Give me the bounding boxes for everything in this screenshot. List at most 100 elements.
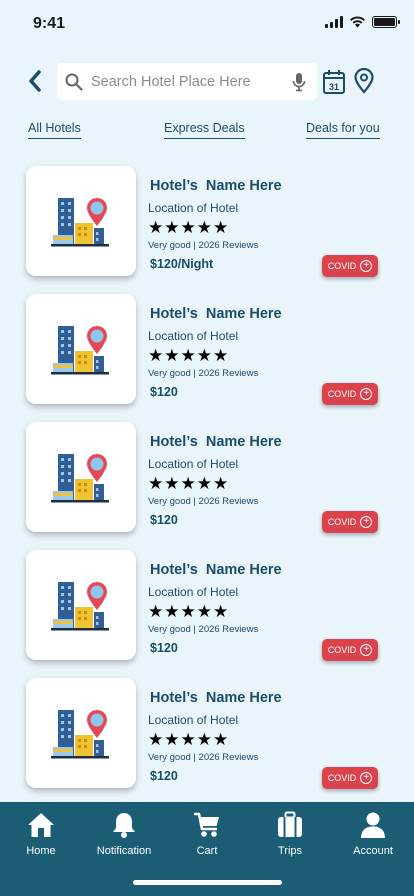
hotel-card[interactable]: Hotel’s Name Here Location of Hotel ★ ★ ★ ★… xyxy=(26,166,386,278)
star-icon: ★ xyxy=(180,474,196,493)
covid-label: COVID xyxy=(327,773,357,783)
hotel-image xyxy=(26,422,136,532)
suitcase-icon xyxy=(275,810,305,840)
hotel-location: Location of Hotel xyxy=(148,457,239,471)
hotel-price: $120/Night xyxy=(150,257,214,271)
hotel-reviews: Very good | 2026 Reviews xyxy=(148,624,259,635)
covid-info-button[interactable]: COVID + xyxy=(322,255,378,277)
nav-label: Trips xyxy=(277,845,303,857)
bell-icon xyxy=(109,810,139,840)
star-icon: ★ xyxy=(148,346,164,365)
search-input[interactable] xyxy=(91,73,289,90)
home-indicator xyxy=(133,880,282,885)
nav-label: Home xyxy=(26,845,56,857)
tab-express-deals[interactable]: Express Deals xyxy=(164,121,245,139)
hotel-card[interactable]: Hotel’s Name Here Location of Hotel ★ ★ ★ ★… xyxy=(26,678,386,790)
star-icon: ★ xyxy=(180,218,196,237)
plus-circle-icon: + xyxy=(360,260,373,272)
star-icon: ★ xyxy=(213,218,229,237)
star-icon: ★ xyxy=(213,730,229,749)
hotel-card[interactable]: Hotel’s Name Here Location of Hotel ★ ★ ★ ★… xyxy=(26,550,386,662)
plus-circle-icon: + xyxy=(360,772,373,784)
covid-label: COVID xyxy=(327,517,357,527)
svg-text:31: 31 xyxy=(329,82,339,92)
wifi-icon xyxy=(350,16,365,28)
calendar-icon: 31 xyxy=(323,70,345,94)
status-time: 9:41 xyxy=(33,15,66,32)
hotel-reviews: Very good | 2026 Reviews xyxy=(148,496,259,507)
covid-info-button[interactable]: COVID + xyxy=(322,383,378,405)
hotel-reviews: Very good | 2026 Reviews xyxy=(148,368,259,379)
plus-circle-icon: + xyxy=(360,644,373,656)
hotel-building-icon xyxy=(51,454,109,503)
deal-tabs: All Hotels Express Deals Deals for you xyxy=(0,121,414,141)
covid-info-button[interactable]: COVID + xyxy=(322,639,378,661)
hotel-name: Hotel’s Name Here xyxy=(150,178,282,194)
hotel-name: Hotel’s Name Here xyxy=(150,690,282,706)
hotel-location: Location of Hotel xyxy=(148,585,239,599)
star-icon: ★ xyxy=(213,602,229,621)
tab-all-hotels[interactable]: All Hotels xyxy=(28,121,81,139)
cart-icon xyxy=(192,810,222,840)
star-icon: ★ xyxy=(213,346,229,365)
hotel-reviews: Very good | 2026 Reviews xyxy=(148,752,259,763)
microphone-icon[interactable] xyxy=(289,70,309,94)
hotel-image xyxy=(26,550,136,660)
nav-label: Notification xyxy=(96,845,152,857)
user-icon xyxy=(358,810,388,840)
star-rating: ★ ★ ★ ★ ★ xyxy=(148,731,228,748)
covid-label: COVID xyxy=(327,389,357,399)
star-icon: ★ xyxy=(196,730,212,749)
star-icon: ★ xyxy=(180,346,196,365)
covid-label: COVID xyxy=(327,645,357,655)
star-icon: ★ xyxy=(213,474,229,493)
hotel-reviews: Very good | 2026 Reviews xyxy=(148,240,259,251)
hotel-card[interactable]: Hotel’s Name Here Location of Hotel ★ ★ ★ ★… xyxy=(26,422,386,534)
star-rating: ★ ★ ★ ★ ★ xyxy=(148,347,228,364)
hotel-price: $120 xyxy=(150,513,178,527)
search-icon xyxy=(65,73,83,91)
star-icon: ★ xyxy=(164,474,180,493)
calendar-button[interactable]: 31 xyxy=(322,69,346,95)
star-icon: ★ xyxy=(196,602,212,621)
star-icon: ★ xyxy=(180,602,196,621)
star-icon: ★ xyxy=(148,602,164,621)
hotel-image xyxy=(26,678,136,788)
nav-notification[interactable]: Notification xyxy=(84,810,164,857)
star-icon: ★ xyxy=(164,218,180,237)
nav-account[interactable]: Account xyxy=(333,810,413,857)
hotel-card[interactable]: Hotel’s Name Here Location of Hotel ★ ★ ★ ★… xyxy=(26,294,386,406)
star-icon: ★ xyxy=(164,730,180,749)
nav-label: Account xyxy=(353,845,393,857)
hotel-price: $120 xyxy=(150,641,178,655)
back-button[interactable] xyxy=(22,66,48,96)
star-rating: ★ ★ ★ ★ ★ xyxy=(148,475,228,492)
hotel-building-icon xyxy=(51,198,109,247)
signal-icon xyxy=(325,16,343,28)
covid-info-button[interactable]: COVID + xyxy=(322,511,378,533)
hotel-name: Hotel’s Name Here xyxy=(150,562,282,578)
plus-circle-icon: + xyxy=(360,388,373,400)
nav-cart[interactable]: Cart xyxy=(167,810,247,857)
chevron-left-icon xyxy=(29,70,41,92)
location-pin-icon xyxy=(354,67,374,94)
hotel-building-icon xyxy=(51,326,109,375)
star-rating: ★ ★ ★ ★ ★ xyxy=(148,219,228,236)
covid-label: COVID xyxy=(327,261,357,271)
hotel-price: $120 xyxy=(150,385,178,399)
status-bar: 9:41 xyxy=(0,0,414,48)
star-icon: ★ xyxy=(196,474,212,493)
location-button[interactable] xyxy=(353,67,377,96)
status-icons xyxy=(325,16,400,28)
star-icon: ★ xyxy=(196,218,212,237)
search-bar[interactable] xyxy=(57,63,317,100)
nav-trips[interactable]: Trips xyxy=(250,810,330,857)
hotel-location: Location of Hotel xyxy=(148,329,239,343)
tab-deals-for-you[interactable]: Deals for you xyxy=(306,121,380,139)
battery-icon xyxy=(372,16,400,28)
covid-info-button[interactable]: COVID + xyxy=(322,767,378,789)
home-icon xyxy=(26,810,56,840)
nav-home[interactable]: Home xyxy=(1,810,81,857)
star-icon: ★ xyxy=(148,218,164,237)
nav-label: Cart xyxy=(196,845,218,857)
